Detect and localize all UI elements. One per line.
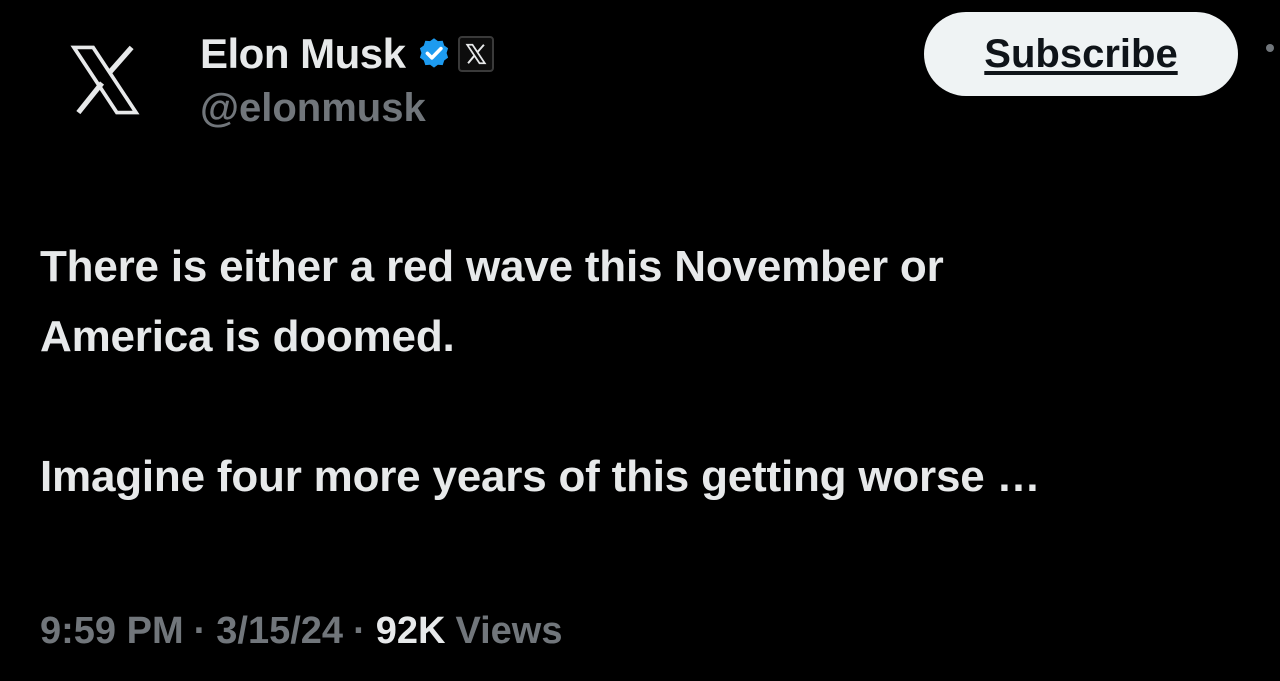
post-metadata: 9:59 PM · 3/15/24 · 92K Views (40, 610, 563, 653)
meta-separator: · (353, 610, 366, 652)
author-display-name[interactable]: Elon Musk (200, 30, 406, 78)
x-logo-icon[interactable] (50, 30, 160, 130)
post-text-line: Imagine four more years of this getting … (40, 452, 1041, 501)
post-text-line: America is doomed. (40, 312, 455, 361)
author-name-row: Elon Musk (200, 28, 494, 80)
x-affiliate-badge-icon[interactable] (457, 36, 494, 72)
views-label[interactable]: Views (455, 610, 562, 653)
post-time[interactable]: 9:59 PM (40, 610, 184, 653)
author-handle[interactable]: @elonmusk (200, 86, 494, 131)
tweet-post: Elon Musk @elonmusk Subscribe There is e… (0, 0, 1280, 681)
post-text-line: There is either a red wave this November… (40, 242, 944, 291)
post-text: There is either a red wave this November… (40, 232, 1260, 512)
views-count[interactable]: 92K (376, 610, 446, 653)
subscribe-button[interactable]: Subscribe (924, 12, 1238, 96)
post-date[interactable]: 3/15/24 (216, 610, 343, 653)
post-header: Elon Musk @elonmusk (200, 28, 494, 131)
meta-separator: · (193, 610, 207, 652)
more-options-icon[interactable] (1266, 44, 1274, 52)
verified-badge-icon[interactable] (416, 36, 452, 72)
